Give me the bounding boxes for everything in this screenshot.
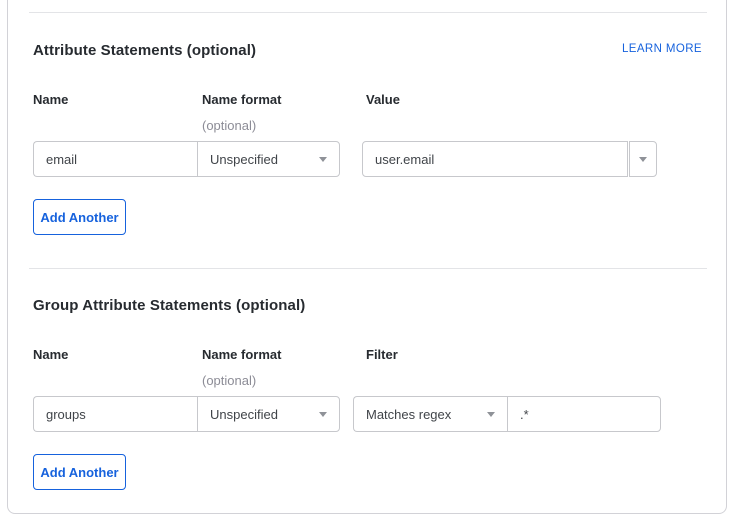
chevron-down-icon	[639, 157, 647, 162]
chevron-down-icon	[487, 412, 495, 417]
attr-name-format-selected-value: Unspecified	[210, 152, 278, 167]
attr-value-input[interactable]	[362, 141, 628, 177]
group-format-optional-note: (optional)	[202, 373, 256, 388]
add-another-attribute-button[interactable]: Add Another	[33, 199, 126, 235]
chevron-down-icon	[319, 157, 327, 162]
settings-panel	[7, 0, 727, 514]
add-another-group-attribute-button[interactable]: Add Another	[33, 454, 126, 490]
group-attr-filter-selected-value: Matches regex	[366, 407, 451, 422]
learn-more-link[interactable]: LEARN MORE	[620, 43, 702, 55]
attr-value-dropdown-button[interactable]	[629, 141, 657, 177]
attr-format-optional-note: (optional)	[202, 118, 256, 133]
attr-column-label-name: Name	[33, 92, 68, 107]
group-column-label-name: Name	[33, 347, 68, 362]
attr-name-input[interactable]	[33, 141, 197, 177]
group-attr-name-input[interactable]	[33, 396, 197, 432]
section-divider-top	[29, 12, 707, 13]
chevron-down-icon	[319, 412, 327, 417]
attr-column-label-value: Value	[366, 92, 400, 107]
group-attr-name-format-selected-value: Unspecified	[210, 407, 278, 422]
group-attr-filter-value-input[interactable]	[507, 396, 661, 432]
group-attribute-statements-heading: Group Attribute Statements (optional)	[33, 297, 305, 314]
attribute-statements-heading: Attribute Statements (optional)	[33, 42, 256, 59]
attr-column-label-format: Name format	[202, 92, 281, 107]
group-attr-name-format-select[interactable]: Unspecified	[197, 396, 340, 432]
section-divider-middle	[29, 268, 707, 269]
group-column-label-format: Name format	[202, 347, 281, 362]
attr-name-format-select[interactable]: Unspecified	[197, 141, 340, 177]
group-attr-filter-select[interactable]: Matches regex	[353, 396, 507, 432]
group-column-label-filter: Filter	[366, 347, 398, 362]
